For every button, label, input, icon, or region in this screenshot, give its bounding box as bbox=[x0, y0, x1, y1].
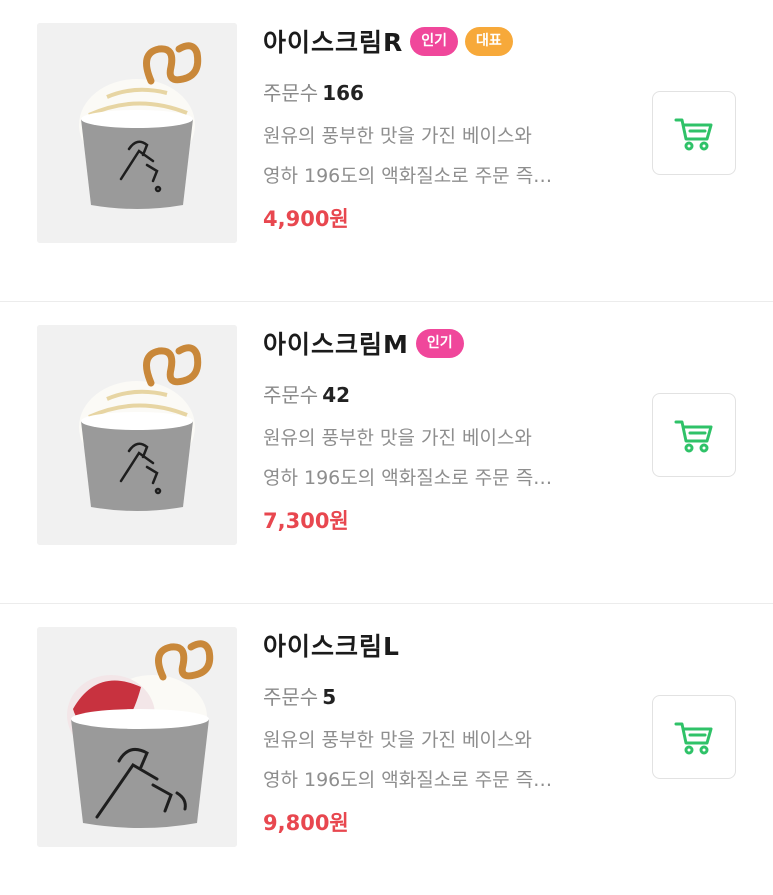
add-to-cart-button[interactable] bbox=[652, 91, 736, 175]
menu-list: 아이스크림R 인기 대표 주문수 166 원유의 풍부한 맛을 가진 베이스와 영… bbox=[0, 0, 773, 895]
description-line-2: 영하 196도의 액화질소로 주문 즉… bbox=[263, 769, 553, 791]
item-name[interactable]: 아이스크림M bbox=[263, 325, 409, 361]
description-line-1: 원유의 풍부한 맛을 가진 베이스와 bbox=[263, 427, 532, 449]
ice-cream-cup-image bbox=[37, 325, 237, 545]
item-info: 아이스크림L 주문수 5 원유의 풍부한 맛을 가진 베이스와 영하 196도의 … bbox=[263, 626, 623, 837]
badge-popular: 인기 bbox=[410, 26, 459, 56]
cart-icon bbox=[674, 722, 713, 755]
item-description: 원유의 풍부한 맛을 가진 베이스와 영하 196도의 액화질소로 주문 즉… bbox=[263, 116, 613, 196]
order-count-label: 주문수 bbox=[263, 685, 319, 709]
order-count-value: 42 bbox=[322, 383, 351, 407]
description-line-1: 원유의 풍부한 맛을 가진 베이스와 bbox=[263, 125, 532, 147]
ice-cream-cup-image bbox=[37, 23, 237, 243]
item-info: 아이스크림M 인기 주문수 42 원유의 풍부한 맛을 가진 베이스와 영하 19… bbox=[263, 324, 623, 535]
order-count-value: 5 bbox=[322, 685, 337, 709]
product-image[interactable] bbox=[37, 325, 237, 545]
menu-item[interactable]: 아이스크림M 인기 주문수 42 원유의 풍부한 맛을 가진 베이스와 영하 19… bbox=[0, 302, 773, 604]
order-count-label: 주문수 bbox=[263, 81, 319, 105]
cart-icon bbox=[674, 118, 713, 151]
ice-cream-cup-strawberry-image bbox=[37, 627, 237, 847]
item-description: 원유의 풍부한 맛을 가진 베이스와 영하 196도의 액화질소로 주문 즉… bbox=[263, 720, 613, 800]
item-price: 7,300원 bbox=[263, 509, 349, 533]
add-to-cart-button[interactable] bbox=[652, 695, 736, 779]
cart-icon bbox=[674, 420, 713, 453]
order-count-value: 166 bbox=[322, 81, 364, 105]
title-row: 아이스크림L bbox=[263, 626, 623, 664]
item-name[interactable]: 아이스크림R bbox=[263, 23, 403, 59]
order-count: 주문수 166 bbox=[263, 77, 623, 105]
description-line-2: 영하 196도의 액화질소로 주문 즉… bbox=[263, 165, 553, 187]
order-count: 주문수 42 bbox=[263, 379, 623, 407]
order-count-label: 주문수 bbox=[263, 383, 319, 407]
item-name[interactable]: 아이스크림L bbox=[263, 627, 400, 663]
menu-item[interactable]: 아이스크림L 주문수 5 원유의 풍부한 맛을 가진 베이스와 영하 196도의 … bbox=[0, 604, 773, 895]
badge-signature: 대표 bbox=[465, 26, 513, 56]
product-image[interactable] bbox=[37, 23, 237, 243]
item-price: 4,900원 bbox=[263, 207, 349, 231]
item-description: 원유의 풍부한 맛을 가진 베이스와 영하 196도의 액화질소로 주문 즉… bbox=[263, 418, 613, 498]
badge-popular: 인기 bbox=[415, 328, 464, 358]
product-image[interactable] bbox=[37, 627, 237, 847]
menu-item[interactable]: 아이스크림R 인기 대표 주문수 166 원유의 풍부한 맛을 가진 베이스와 영… bbox=[0, 0, 773, 302]
add-to-cart-button[interactable] bbox=[652, 393, 736, 477]
item-info: 아이스크림R 인기 대표 주문수 166 원유의 풍부한 맛을 가진 베이스와 영… bbox=[263, 22, 623, 233]
description-line-2: 영하 196도의 액화질소로 주문 즉… bbox=[263, 467, 553, 489]
description-line-1: 원유의 풍부한 맛을 가진 베이스와 bbox=[263, 729, 532, 751]
order-count: 주문수 5 bbox=[263, 681, 623, 709]
title-row: 아이스크림R 인기 대표 bbox=[263, 22, 623, 60]
title-row: 아이스크림M 인기 bbox=[263, 324, 623, 362]
item-price: 9,800원 bbox=[263, 811, 349, 835]
